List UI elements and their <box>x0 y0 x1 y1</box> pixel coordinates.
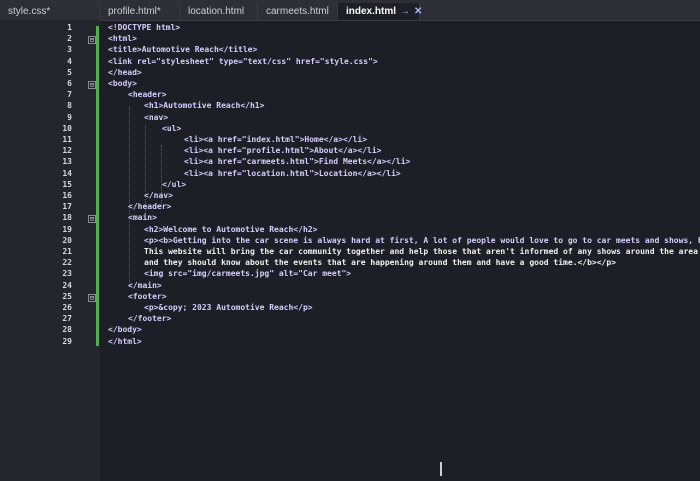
code-line[interactable]: <li><a href="carmeets.html">Find Meets</… <box>184 157 410 166</box>
line-number: 17 <box>62 202 72 212</box>
line-number: 7 <box>67 90 72 100</box>
code-line[interactable]: <nav> <box>144 113 168 122</box>
code-line[interactable]: <ul> <box>162 124 181 133</box>
line-number: 12 <box>62 146 72 156</box>
code-line[interactable]: <link rel="stylesheet" type="text/css" h… <box>108 57 378 66</box>
line-number-gutter: 1 2 3 4 5 6 7 8 9 10 11 12 13 14 15 16 17 18 19 20 21 22 23 24 2… <box>0 20 100 481</box>
line-number: 19 <box>62 224 72 234</box>
code-line[interactable]: <h1>Automotive Reach</h1> <box>144 101 264 110</box>
line-number: 15 <box>62 179 72 189</box>
tab-bar: style.css* profile.html* location.html c… <box>0 0 700 21</box>
code-line[interactable]: </nav> <box>144 191 173 200</box>
line-number: 26 <box>62 303 72 312</box>
code-line[interactable]: <li><a href="location.html">Location</a>… <box>184 169 401 178</box>
line-number: 24 <box>62 280 72 290</box>
line-number: 18 <box>62 213 72 223</box>
tab-index-html[interactable]: index.html → ✕ <box>338 3 422 20</box>
line-number: 2 <box>67 34 72 44</box>
tab-label: index.html <box>346 6 397 17</box>
line-number: 28 <box>62 325 72 335</box>
fold-toggle-icon[interactable]: ⊟ <box>88 36 96 45</box>
code-line[interactable]: </head> <box>108 68 142 77</box>
tab-label: profile.html* <box>108 6 161 17</box>
code-line[interactable]: This website will bring the car communit… <box>144 247 698 256</box>
line-number: 16 <box>62 191 72 200</box>
code-line[interactable]: <title>Automotive Reach</title> <box>108 45 257 54</box>
fold-toggle-icon[interactable]: ⊟ <box>88 293 96 302</box>
line-number: 8 <box>67 101 72 111</box>
tab-label: style.css* <box>8 6 51 17</box>
line-number: 9 <box>67 112 72 122</box>
code-line[interactable]: <li><a href="index.html">Home</a></li> <box>184 135 367 144</box>
line-number: 6 <box>67 79 72 88</box>
code-line[interactable]: <p>&copy; 2023 Automotive Reach</p> <box>144 303 313 312</box>
line-number: 22 <box>62 258 72 268</box>
close-icon[interactable]: ✕ <box>414 6 422 17</box>
line-number: 11 <box>62 135 72 144</box>
code-editor[interactable]: <!DOCTYPE html> <html> <title>Automotive R… <box>100 20 700 481</box>
line-number: 29 <box>62 336 72 346</box>
line-number: 4 <box>67 56 72 66</box>
change-indicator-bar <box>96 26 99 346</box>
code-line[interactable]: and they should know about the events th… <box>144 258 616 267</box>
tab-style-css[interactable]: style.css* <box>0 3 100 20</box>
tab-label: carmeets.html <box>266 6 329 17</box>
code-line[interactable]: <body> <box>108 79 137 88</box>
line-number: 1 <box>67 23 72 32</box>
code-line[interactable]: </footer> <box>128 314 171 323</box>
line-number: 3 <box>67 45 72 55</box>
code-line[interactable]: <!DOCTYPE html> <box>108 23 180 32</box>
line-number: 10 <box>62 123 72 133</box>
line-number: 5 <box>67 67 72 77</box>
code-line[interactable]: <h2>Welcome to Automotive Reach</h2> <box>144 225 317 234</box>
line-number: 20 <box>62 235 72 245</box>
text-cursor <box>440 462 442 476</box>
fold-toggle-icon[interactable]: ⊟ <box>88 81 96 89</box>
code-line[interactable]: </header> <box>128 202 171 211</box>
line-number: 23 <box>62 269 72 279</box>
code-line[interactable]: </ul> <box>162 180 186 189</box>
code-line[interactable]: </html> <box>108 337 142 346</box>
code-line[interactable]: <p><b>Getting into the car scene is alwa… <box>144 236 700 245</box>
tab-profile-html[interactable]: profile.html* <box>100 3 180 20</box>
line-number: 21 <box>62 247 72 256</box>
indent-guide <box>129 107 130 287</box>
tab-location-html[interactable]: location.html <box>180 3 258 20</box>
code-line[interactable]: </body> <box>108 325 142 334</box>
line-number: 14 <box>62 168 72 178</box>
code-line[interactable]: <footer> <box>128 292 167 301</box>
code-line[interactable]: </main> <box>128 281 162 290</box>
line-number: 27 <box>62 314 72 324</box>
code-line[interactable]: <html> <box>108 34 137 43</box>
line-number: 13 <box>62 157 72 167</box>
line-number: 25 <box>62 291 72 301</box>
fold-toggle-icon[interactable]: ⊟ <box>88 215 96 224</box>
code-line[interactable]: <main> <box>128 213 157 222</box>
tab-label: location.html <box>188 6 245 17</box>
code-line[interactable]: <header> <box>128 90 167 99</box>
code-line[interactable]: <img src="img/carmeets.jpg" alt="Car mee… <box>144 269 351 278</box>
code-line[interactable]: <li><a href="profile.html">About</a></li… <box>184 146 381 155</box>
tab-carmeets-html[interactable]: carmeets.html <box>258 3 338 20</box>
pin-arrow-icon[interactable]: → <box>400 6 410 17</box>
